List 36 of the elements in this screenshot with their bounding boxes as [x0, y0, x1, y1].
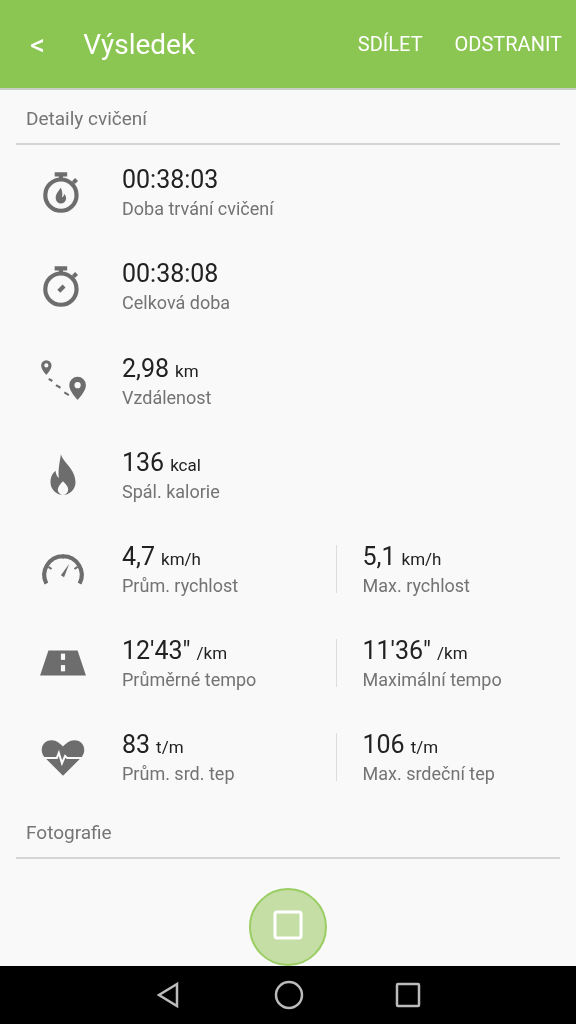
action-button[interactable]: ODSTRANIT: [454, 24, 562, 64]
action-button[interactable]: SDÍLET: [357, 24, 423, 64]
stat-unit: t/m: [156, 736, 184, 757]
stat-label: Doba trvání cvičení: [122, 198, 275, 220]
stat-label: Prům. rychlost: [122, 574, 240, 596]
section-header: Detaily cvičení: [26, 107, 148, 131]
recent-apps-icon[interactable]: [394, 982, 421, 1008]
home-icon[interactable]: [274, 980, 304, 1010]
stat-value: 11'36": [362, 635, 432, 665]
stat-label: Max. srdeční tep: [362, 762, 496, 784]
screen-title: Výsledek: [83, 27, 197, 61]
stat-unit: kcal: [170, 454, 201, 475]
stat-unit: /km: [196, 642, 228, 663]
section-header: Fotografie: [26, 820, 112, 844]
stat-label: Prům. srd. tep: [122, 762, 236, 784]
stat-label: Vzdálenost: [122, 386, 213, 408]
stat-unit: /km: [437, 642, 468, 663]
stat-value: 5,1: [362, 541, 396, 571]
stat-label: Průměrné tempo: [122, 668, 258, 690]
stat-unit: km/h: [161, 548, 201, 569]
stat-value: 83: [122, 729, 151, 759]
back-button[interactable]: <: [30, 26, 46, 62]
stat-value: 4,7: [122, 541, 156, 571]
stat-value: 00:38:08: [122, 259, 219, 289]
stat-value: 136: [122, 447, 165, 477]
stat-unit: t/m: [410, 736, 439, 757]
stat-label: Max. rychlost: [362, 574, 471, 596]
stat-unit: km/h: [401, 548, 442, 569]
stat-value: 12'43": [122, 635, 191, 665]
stat-unit: km: [175, 360, 199, 381]
stat-value: 00:38:03: [122, 165, 219, 195]
stat-label: Celková doba: [122, 292, 232, 314]
stat-value: 106: [362, 729, 405, 759]
stat-label: Spál. kalorie: [122, 480, 221, 502]
stat-value: 2,98: [122, 353, 170, 383]
stat-label: Maximální tempo: [362, 668, 503, 690]
